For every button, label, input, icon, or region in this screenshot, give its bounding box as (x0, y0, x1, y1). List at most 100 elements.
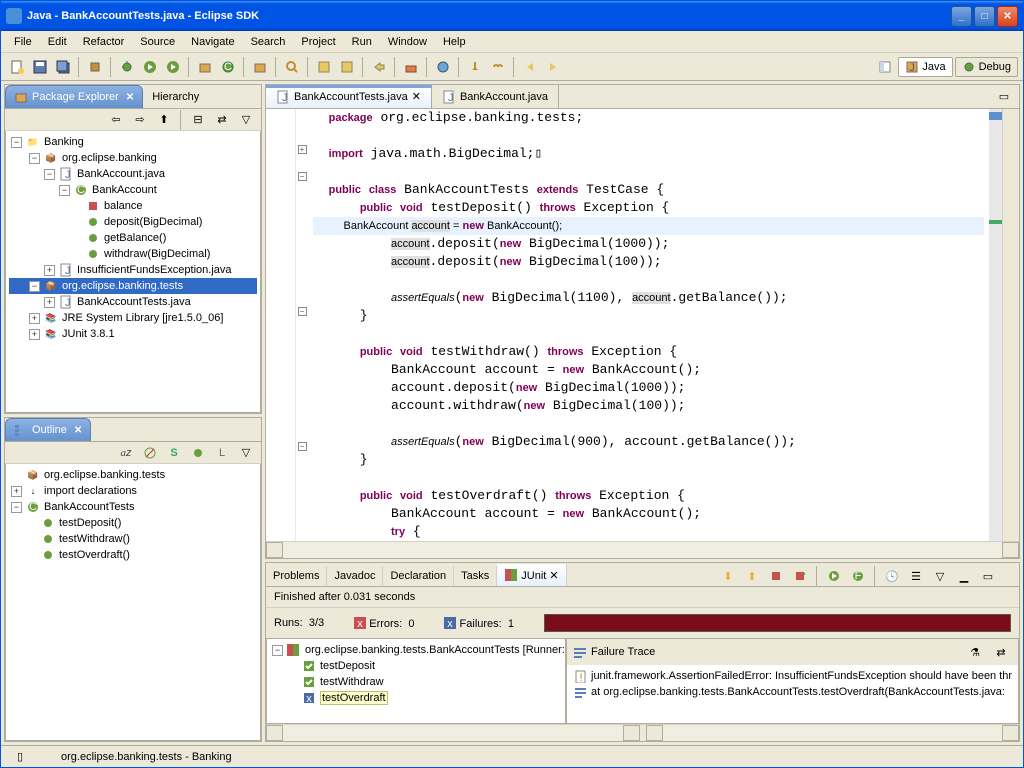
tree-class[interactable]: BankAccount (92, 184, 157, 196)
junit-t1[interactable]: testDeposit (320, 660, 375, 672)
build-button[interactable] (85, 57, 105, 77)
tree-m2[interactable]: getBalance() (104, 232, 166, 244)
maximize-view-icon[interactable]: ▭ (994, 87, 1014, 107)
run-button[interactable] (140, 57, 160, 77)
collapse-all-icon[interactable]: ⊟ (188, 110, 208, 130)
hide-local-icon[interactable]: L (212, 443, 232, 463)
hide-nonpublic-icon[interactable] (188, 443, 208, 463)
rerun-failed-icon[interactable]: F (848, 566, 868, 586)
up-icon[interactable]: ⬆ (154, 110, 174, 130)
sort-icon[interactable]: az (116, 443, 136, 463)
next-annotation-button[interactable] (314, 57, 334, 77)
tab-declaration[interactable]: Declaration (383, 566, 454, 586)
maximize-button[interactable]: □ (974, 6, 995, 27)
history-icon[interactable]: 🕓 (882, 566, 902, 586)
menu-run[interactable]: Run (344, 33, 380, 51)
failure-trace[interactable]: !junit.framework.AssertionFailedError: I… (567, 665, 1018, 723)
hide-fields-icon[interactable] (140, 443, 160, 463)
editor-tab-1[interactable]: JBankAccountTests.java✕ (266, 85, 432, 108)
tab-junit[interactable]: JUnit ✕ (497, 564, 566, 586)
horizontal-scrollbar[interactable] (266, 541, 1019, 558)
fold-column[interactable]: + − − − (296, 109, 308, 541)
open-perspective-button[interactable] (875, 57, 895, 77)
back-button[interactable] (520, 57, 540, 77)
new-button[interactable] (7, 57, 27, 77)
search-button[interactable] (282, 57, 302, 77)
tree-file3[interactable]: BankAccountTests.java (77, 296, 191, 308)
stop-icon[interactable] (766, 566, 786, 586)
junit-t3[interactable]: testOverdraft (320, 691, 388, 705)
tree-pkg2[interactable]: org.eclipse.banking.tests (62, 280, 183, 292)
close-icon[interactable]: ✕ (126, 92, 134, 103)
menu-project[interactable]: Project (293, 33, 343, 51)
editor-tab-2[interactable]: JBankAccount.java (432, 85, 559, 108)
outline-m2[interactable]: testWithdraw() (59, 533, 130, 545)
link-editor-icon[interactable]: ⇄ (212, 110, 232, 130)
new-package-button[interactable] (195, 57, 215, 77)
overview-ruler[interactable] (989, 109, 1002, 541)
close-icon[interactable]: ✕ (412, 90, 421, 103)
rerun-icon[interactable] (824, 566, 844, 586)
outline-pkg[interactable]: org.eclipse.banking.tests (44, 469, 165, 481)
forward-nav-icon[interactable]: ⇨ (130, 110, 150, 130)
forward-button[interactable] (543, 57, 563, 77)
fast-view-icon[interactable]: ▯ (10, 747, 30, 767)
fold-toggle-icon[interactable]: − (298, 307, 307, 316)
prev-fail-icon[interactable]: ⬆ (742, 566, 762, 586)
run-last-button[interactable] (163, 57, 183, 77)
tab-outline[interactable]: Outline✕ (5, 418, 91, 441)
menu-refactor[interactable]: Refactor (75, 33, 133, 51)
maximize-view-icon[interactable]: ▭ (978, 566, 998, 586)
outline-m1[interactable]: testDeposit() (59, 517, 121, 529)
last-edit-button[interactable] (369, 57, 389, 77)
tab-tasks[interactable]: Tasks (454, 566, 497, 586)
tab-hierarchy[interactable]: Hierarchy (143, 86, 208, 108)
outline-imports[interactable]: import declarations (44, 485, 137, 497)
hide-static-icon[interactable]: S (164, 443, 184, 463)
tree-m3[interactable]: withdraw(BigDecimal) (104, 248, 210, 260)
outline-m3[interactable]: testOverdraft() (59, 549, 130, 561)
debug-button[interactable] (117, 57, 137, 77)
tree-project[interactable]: Banking (44, 136, 84, 148)
minimize-button[interactable]: _ (951, 6, 972, 27)
menu-window[interactable]: Window (380, 33, 435, 51)
close-icon[interactable]: ✕ (549, 570, 558, 582)
tree-pkg1[interactable]: org.eclipse.banking (62, 152, 157, 164)
web-button[interactable] (433, 57, 453, 77)
minimize-view-icon[interactable]: ▁ (954, 566, 974, 586)
tree-file2[interactable]: InsufficientFundsException.java (77, 264, 232, 276)
junit-test-tree[interactable]: −org.eclipse.banking.tests.BankAccountTe… (266, 638, 566, 724)
view-menu-icon[interactable]: ▽ (236, 443, 256, 463)
view-menu-icon[interactable]: ▽ (930, 566, 950, 586)
pin-button[interactable] (465, 57, 485, 77)
menu-search[interactable]: Search (243, 33, 294, 51)
menu-help[interactable]: Help (435, 33, 474, 51)
trace-line-2[interactable]: at org.eclipse.banking.tests.BankAccount… (591, 686, 1005, 698)
perspective-java[interactable]: JJava (898, 57, 952, 77)
save-button[interactable] (30, 57, 50, 77)
save-all-button[interactable] (53, 57, 73, 77)
prev-annotation-button[interactable] (337, 57, 357, 77)
outline-class[interactable]: BankAccountTests (44, 501, 135, 513)
open-type-button[interactable] (250, 57, 270, 77)
menu-navigate[interactable]: Navigate (183, 33, 242, 51)
junit-t2[interactable]: testWithdraw (320, 676, 384, 688)
fold-toggle-icon[interactable]: − (298, 442, 307, 451)
tree-m1[interactable]: deposit(BigDecimal) (104, 216, 202, 228)
next-fail-icon[interactable]: ⬇ (718, 566, 738, 586)
new-class-button[interactable]: C (218, 57, 238, 77)
menu-file[interactable]: File (6, 33, 40, 51)
trace-line-1[interactable]: junit.framework.AssertionFailedError: In… (591, 670, 1012, 682)
tab-javadoc[interactable]: Javadoc (327, 566, 383, 586)
outline-tree[interactable]: 📦org.eclipse.banking.tests +↓import decl… (5, 464, 261, 741)
close-icon[interactable]: ✕ (74, 425, 82, 436)
compare-icon[interactable]: ⇄ (991, 642, 1011, 662)
back-nav-icon[interactable]: ⇦ (106, 110, 126, 130)
tree-lib1[interactable]: JRE System Library [jre1.5.0_06] (62, 312, 223, 324)
tree-file1[interactable]: BankAccount.java (77, 168, 165, 180)
close-button[interactable]: ✕ (997, 6, 1018, 27)
package-explorer-tree[interactable]: −📁Banking −📦org.eclipse.banking −JBankAc… (5, 131, 261, 413)
link-button[interactable] (488, 57, 508, 77)
fold-toggle-icon[interactable]: − (298, 172, 307, 181)
layout-icon[interactable]: ☰ (906, 566, 926, 586)
